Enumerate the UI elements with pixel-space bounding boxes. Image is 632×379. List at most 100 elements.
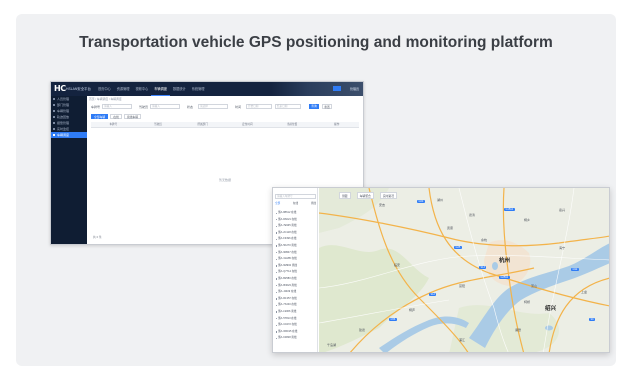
page-title: Transportation vehicle GPS positioning a… (79, 34, 553, 51)
place-label: 余杭 (481, 238, 488, 242)
admin-header: HC HSLAN安全平台 首页中心 资源管理 视频中心 车辆调度 数据统计 系统… (51, 82, 363, 96)
column-header[interactable]: 车牌号 (91, 122, 136, 127)
pagination-total: 共 0 条 (93, 235, 102, 239)
reset-button[interactable]: 重置 (322, 104, 332, 109)
vehicle-item[interactable]: 浙A·5T813 在线 (276, 316, 317, 323)
table-header: 车牌号 驾驶员 所属部门 定位时间 当前位置 操作 (91, 122, 359, 128)
place-label: 千岛湖 (327, 343, 337, 347)
search-button[interactable]: 查询 (309, 104, 319, 109)
header-banner: 管理员 (271, 82, 363, 96)
tab-online[interactable]: 在线 (110, 114, 122, 119)
map-toolbar: 测距 车辆聚合 实时路况 (339, 192, 398, 199)
column-header[interactable]: 驾驶员 (136, 122, 181, 127)
highway-badge: G2504 (499, 276, 510, 279)
column-header[interactable]: 操作 (314, 122, 359, 127)
nav-item[interactable]: 资源管理 (114, 82, 133, 96)
vehicle-list: 浙A·88612 在线 浙A·D6021 在线 浙A·7E935 离线 浙A·2C11… (276, 210, 317, 342)
vehicle-item[interactable]: 浙A·D6021 在线 (276, 217, 317, 224)
place-label: 安吉 (379, 203, 386, 207)
vehicle-item[interactable]: 浙A·2C118 在线 (276, 230, 317, 237)
nav-item-active[interactable]: 车辆调度 (151, 82, 170, 96)
map-view[interactable]: 测距 车辆聚合 实时路况 杭州 绍兴 萧山 富阳 临安 德清 海宁 余杭 桐庐 … (319, 188, 609, 352)
user-name[interactable]: 管理员 (350, 87, 359, 91)
traffic-tool[interactable]: 实时路况 (379, 192, 398, 199)
place-label: 海宁 (559, 246, 566, 250)
place-label: 武康 (447, 226, 454, 230)
place-label: 绍兴 (545, 306, 557, 312)
status-select[interactable]: 请选择 (198, 104, 228, 109)
tab-all[interactable]: 全部 (275, 201, 280, 205)
logo: HC (54, 84, 66, 93)
vehicle-item[interactable]: 浙A·7E935 离线 (276, 223, 317, 230)
place-label: 嘉兴 (559, 208, 566, 212)
vehicle-item[interactable]: 浙A·5K270 离线 (276, 243, 317, 250)
place-label: 富阳 (459, 284, 466, 288)
place-label: 桐乡 (524, 218, 531, 222)
highway-badge: S12 (429, 293, 437, 296)
filter-label: 车牌号 (91, 105, 101, 109)
vehicle-item[interactable]: 浙A·W6195 在线 (276, 329, 317, 336)
vehicle-item[interactable]: 浙A·F3396 在线 (276, 236, 317, 243)
tab-offline[interactable]: 离线 (311, 201, 316, 205)
highway-badge: G60 (417, 200, 425, 203)
vehicle-item[interactable]: 浙A·6M902 离线 (276, 263, 317, 270)
place-label: 桐庐 (409, 308, 416, 312)
panel-tabs: 全部 在线 离线 (275, 201, 316, 205)
vehicle-item[interactable]: 浙A·L9066 离线 (276, 309, 317, 316)
vehicle-item[interactable]: 浙A·88612 在线 (276, 210, 317, 217)
highway-badge: S9 (589, 318, 596, 321)
place-label: 萧山 (531, 284, 538, 288)
sidebar: 人员管理 部门管理 车辆管理 轨迹回放 报警管理 实时监控 车辆调度 (51, 96, 87, 244)
highway-badge: G56 (389, 318, 397, 321)
vehicle-item[interactable]: 浙A·R1357 在线 (276, 296, 317, 303)
place-label: 临安 (394, 263, 401, 267)
breadcrumb: 首页 / 车辆调度 / 车辆调度 (89, 97, 122, 101)
place-label: 建德 (359, 328, 366, 332)
vehicle-panel: 请输入车牌号 全部 在线 离线 浙A·88612 在线 浙A·D6021 在线 浙A… (273, 188, 318, 352)
vehicle-item[interactable]: 浙A·7X240 在线 (276, 302, 317, 309)
nav-item[interactable]: 首页中心 (95, 82, 114, 96)
filter-bar: 车牌号 请输入 驾驶员 请输入 状态 请选择 时间 开始日期 结束日期 查询 重… (91, 104, 359, 111)
nav-item[interactable]: 数据统计 (170, 82, 189, 96)
tab-online[interactable]: 在线 (293, 201, 298, 205)
place-label: 杭州 (499, 258, 511, 264)
measure-tool[interactable]: 测距 (339, 192, 351, 199)
vehicle-search-input[interactable]: 请输入车牌号 (275, 194, 316, 199)
vehicle-item[interactable]: 浙A·8N623 离线 (276, 283, 317, 290)
start-date-input[interactable]: 开始日期 (246, 104, 272, 109)
highway-badge: G92 (571, 268, 579, 271)
top-nav: 首页中心 资源管理 视频中心 车辆调度 数据统计 系统管理 (95, 82, 208, 96)
place-label: 浦江 (459, 338, 466, 342)
column-header[interactable]: 当前位置 (270, 122, 315, 127)
terrain-area (319, 245, 429, 352)
vehicle-item[interactable]: 浙A·K3828 离线 (276, 335, 317, 342)
vehicle-item[interactable]: 浙A·31H85 在线 (276, 256, 317, 263)
tab-bar: 全部车辆 在线 离线车辆 (91, 114, 142, 120)
column-header[interactable]: 所属部门 (180, 122, 225, 127)
highway-badge: S13 (479, 266, 487, 269)
vehicle-item[interactable]: 浙A·90B47 在线 (276, 250, 317, 257)
column-header[interactable]: 定位时间 (225, 122, 270, 127)
vehicle-item[interactable]: 浙A·J4409 在线 (276, 289, 317, 296)
tab-offline[interactable]: 离线车辆 (123, 114, 142, 119)
nav-item[interactable]: 视频中心 (133, 82, 152, 96)
driver-input[interactable]: 请输入 (150, 104, 180, 109)
vehicle-item[interactable]: 浙A·C0472 在线 (276, 322, 317, 329)
sidebar-item-active[interactable]: 车辆调度 (51, 132, 87, 138)
plate-input[interactable]: 请输入 (102, 104, 132, 109)
notification-button[interactable] (333, 86, 341, 91)
tab-all[interactable]: 全部车辆 (91, 114, 109, 119)
place-label: 德清 (469, 213, 476, 217)
place-label: 上虞 (581, 290, 588, 294)
highway-badge: G25 (454, 246, 462, 249)
place-label: 湖州 (437, 198, 444, 202)
filter-label: 时间 (235, 105, 242, 109)
end-date-input[interactable]: 结束日期 (275, 104, 301, 109)
vehicle-item[interactable]: 浙A·Q7714 在线 (276, 269, 317, 276)
cluster-tool[interactable]: 车辆聚合 (356, 192, 374, 199)
nav-item[interactable]: 系统管理 (189, 82, 208, 96)
highway (319, 212, 609, 247)
lake (545, 325, 553, 331)
brand-name: HSLAN安全平台 (66, 87, 91, 91)
vehicle-item[interactable]: 浙A·B2580 在线 (276, 276, 317, 283)
